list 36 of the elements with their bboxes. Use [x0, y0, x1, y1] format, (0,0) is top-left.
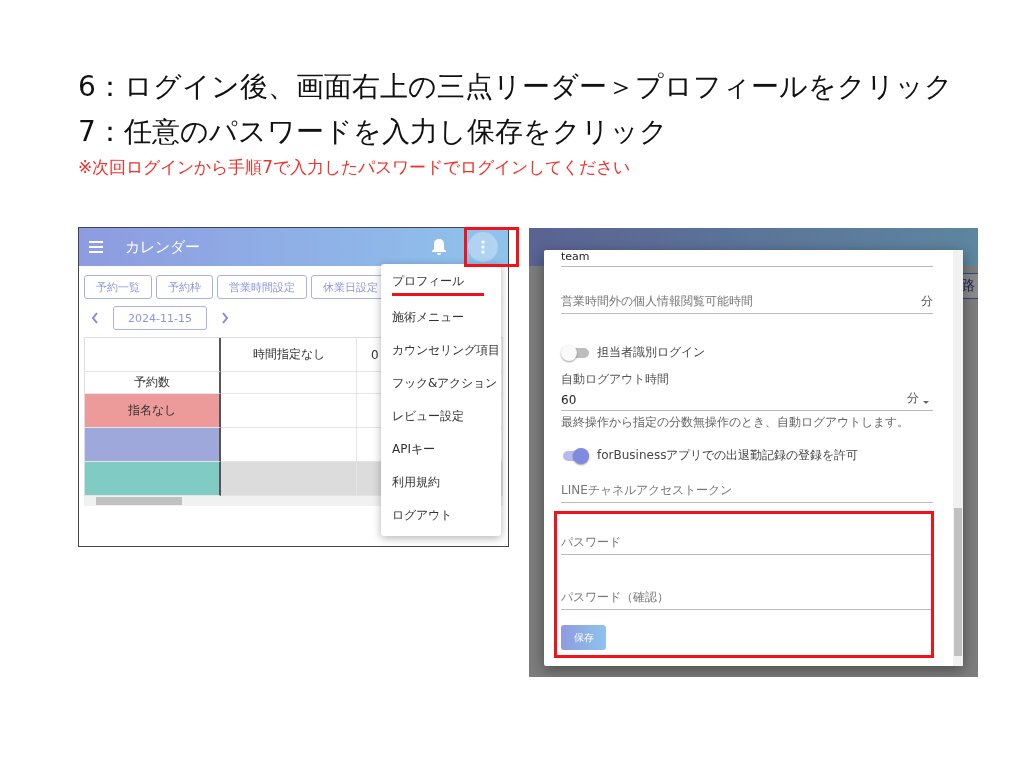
scrollbar-thumb[interactable] — [96, 497, 182, 505]
text-field[interactable]: team — [561, 250, 933, 267]
menu-item[interactable]: プロフィール — [392, 273, 501, 290]
menu-item[interactable]: ログアウト — [392, 507, 501, 524]
note-text: ※次回ログインから手順7で入力したパスワードでログインしてください — [78, 156, 632, 179]
scrollbar-thumb[interactable] — [954, 508, 962, 656]
previous-icon[interactable] — [91, 312, 99, 324]
select-field[interactable]: 60 分 — [561, 390, 933, 411]
helper-text: 最終操作から指定の分数無操作のとき、自動ログアウトします。 — [561, 414, 910, 431]
row-header: 指名なし — [84, 394, 221, 428]
menu-item[interactable]: 利用規約 — [392, 474, 501, 491]
next-icon[interactable] — [220, 312, 229, 324]
more-button[interactable] — [468, 232, 498, 262]
menu-item[interactable]: APIキー — [392, 441, 501, 458]
password-field[interactable]: パスワード — [561, 534, 931, 555]
column-header: 時間指定なし — [221, 338, 357, 372]
switch-label: 担当者識別ログイン — [597, 344, 705, 361]
text-field[interactable]: 営業時間外の個人情報閲覧可能時間 分 — [561, 293, 933, 314]
password-field[interactable]: パスワード（確認） — [561, 589, 931, 610]
text-field[interactable]: LINEチャネルアクセストークン — [561, 482, 933, 503]
step-text: 7：任意のパスワードを入力し保存をクリック — [78, 114, 669, 150]
menu-item[interactable]: 施術メニュー — [392, 309, 501, 326]
switch-label: forBusinessアプリでの出退勤記録の登録を許可 — [597, 447, 859, 464]
field-label: 自動ログアウト時間 — [561, 371, 670, 388]
toggle-switch[interactable] — [561, 447, 589, 464]
menu-item[interactable]: フック&アクション — [392, 375, 501, 392]
toggle-switch[interactable] — [561, 344, 589, 361]
menu-item[interactable]: カウンセリング項目 — [392, 342, 501, 359]
more-icon — [481, 240, 485, 254]
step-text: 6：ログイン後、画面右上の三点リーダー＞プロフィールをクリック — [78, 69, 954, 105]
bell-icon[interactable] — [432, 239, 446, 255]
menu-item[interactable]: レビュー設定 — [392, 408, 501, 425]
row-header: 予約数 — [84, 372, 221, 394]
app-title: カレンダー — [125, 237, 201, 257]
menu-icon[interactable] — [89, 241, 103, 253]
highlight-frame — [464, 227, 519, 267]
